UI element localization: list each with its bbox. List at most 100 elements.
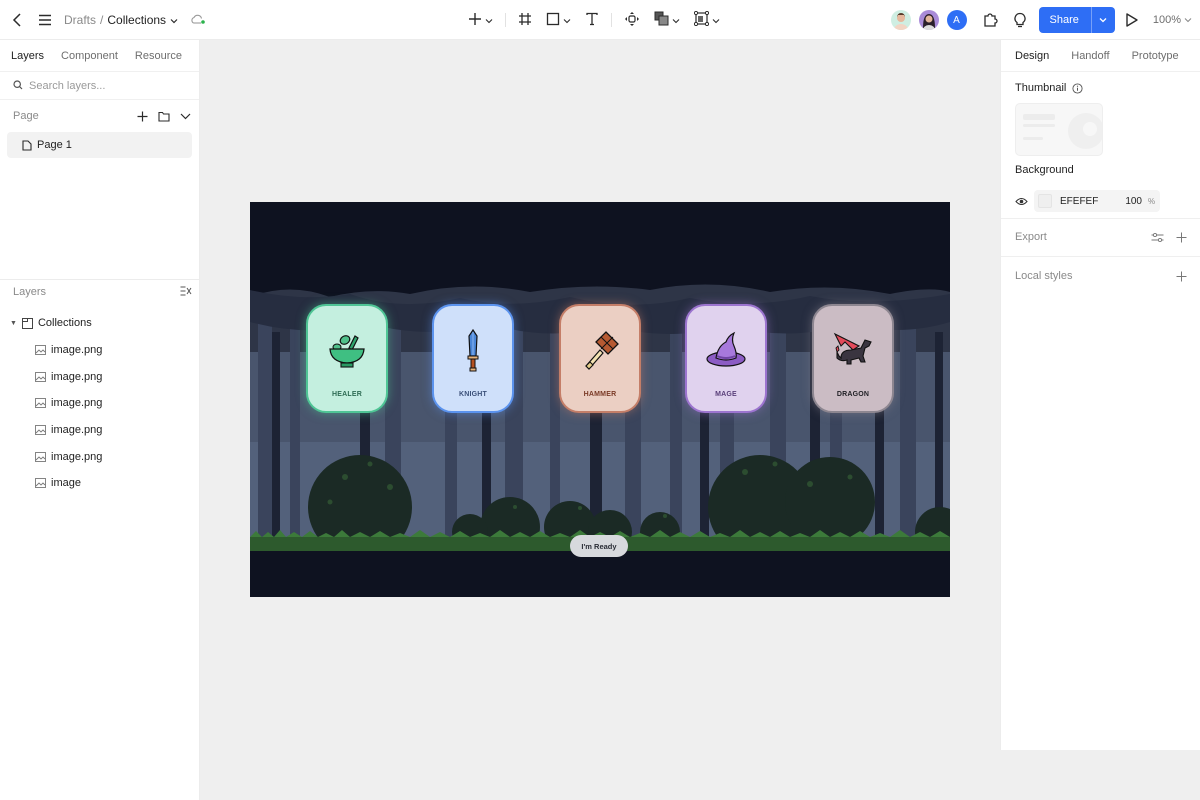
character-card-mage[interactable]: MAGE [685,304,767,413]
tab-design[interactable]: Design [1015,50,1049,62]
text-icon [585,12,599,29]
search-icon [13,79,23,93]
image-layer-icon [35,398,46,409]
background-color-swatch[interactable] [1038,194,1052,208]
background-hex-value[interactable]: EFEFEF [1060,196,1116,207]
thumbnail-placeholder[interactable] [1015,103,1103,156]
add-page-icon[interactable] [137,111,148,122]
chevron-down-icon [672,13,680,27]
background-opacity-value[interactable]: 100 [1116,196,1142,207]
background-fill-row: EFEFEF 100 % [1015,189,1187,213]
layer-item[interactable]: image.png [0,417,200,444]
component-icon [624,11,640,30]
breadcrumb-current-file[interactable]: Collections [107,13,166,27]
boolean-icon [654,11,669,29]
boolean-tool-button[interactable] [654,0,680,40]
card-label: MAGE [715,391,737,398]
background-color-field[interactable]: EFEFEF 100 % [1034,190,1160,212]
toolbar-divider [505,13,506,27]
search-layers-input[interactable] [29,79,189,92]
info-icon[interactable] [1072,82,1083,94]
opacity-unit: % [1148,196,1156,206]
card-label: KNIGHT [458,391,488,398]
layer-label: image.png [51,397,103,410]
avatar[interactable] [918,10,939,30]
chevron-down-icon[interactable] [1090,7,1115,33]
text-tool-button[interactable] [585,0,599,40]
mask-tool-button[interactable] [693,0,720,40]
layer-tree: ▼ Collections image.png image.png image.… [0,310,200,497]
layer-label: image [51,477,81,490]
layers-section-title: Layers [13,286,47,298]
layer-item[interactable]: image.png [0,443,200,470]
back-icon[interactable] [8,0,26,40]
breadcrumb-separator: / [100,13,104,27]
layer-item[interactable]: image.png [0,337,200,364]
page-list-item[interactable]: Page 1 [7,132,192,158]
chevron-down-icon [563,13,571,27]
local-styles-section: Local styles [1015,266,1187,286]
eye-icon[interactable] [1015,197,1028,206]
lightbulb-icon[interactable] [1013,12,1027,28]
frame-tool-button[interactable] [518,0,532,40]
layer-item-collections[interactable]: ▼ Collections [0,310,200,337]
layer-label: image.png [51,370,103,383]
avatar[interactable]: A [946,10,967,30]
tab-layers[interactable]: Layers [11,50,44,62]
expand-caret-icon[interactable]: ▼ [10,320,17,327]
page-section-title: Page [13,110,39,122]
layer-item[interactable]: image.png [0,390,200,417]
page-label: Page 1 [37,139,72,151]
frame-icon [518,12,532,29]
tab-handoff[interactable]: Handoff [1071,50,1109,62]
add-style-icon[interactable] [1176,271,1187,282]
tab-component[interactable]: Component [61,50,118,62]
im-ready-button[interactable]: I'm Ready [570,535,628,557]
export-title: Export [1015,231,1047,243]
avatar[interactable] [890,10,911,30]
add-export-icon[interactable] [1176,232,1187,243]
canvas[interactable]: HEALER KNIGHT HAMMER MAGE DRAGON I'm Rea… [200,40,1000,800]
collections-frame[interactable]: HEALER KNIGHT HAMMER MAGE DRAGON I'm Rea… [250,202,950,597]
character-card-hammer[interactable]: HAMMER [559,304,641,413]
layer-item[interactable]: image [0,470,200,497]
export-settings-icon[interactable] [1151,232,1164,243]
page-icon [22,139,32,151]
share-button[interactable]: Share [1038,7,1115,33]
layer-item[interactable]: image.png [0,363,200,390]
zoom-level-dropdown[interactable]: 100% [1153,14,1192,26]
chevron-down-icon [485,13,493,27]
thumbnail-section: Thumbnail [1015,82,1083,94]
layer-label: image.png [51,344,103,357]
rectangle-tool-button[interactable] [546,0,571,40]
zoom-level-value: 100% [1152,14,1181,26]
folder-icon[interactable] [158,111,170,122]
image-layer-icon [35,451,46,462]
tab-prototype[interactable]: Prototype [1132,50,1179,62]
image-layer-icon [35,425,46,436]
tab-resource[interactable]: Resource [135,50,182,62]
menu-icon[interactable] [36,0,54,40]
plugin-icon[interactable] [983,12,999,28]
frame-layer-icon [21,317,33,329]
local-styles-title: Local styles [1015,270,1073,282]
character-card-knight[interactable]: KNIGHT [432,304,514,413]
chevron-down-icon[interactable] [170,13,178,27]
left-panel-tabs: Layers Component Resource [0,40,199,72]
export-section: Export [1015,227,1187,247]
component-tool-button[interactable] [624,0,640,40]
breadcrumb-drafts[interactable]: Drafts [64,13,96,27]
collapse-all-icon[interactable] [180,285,192,299]
rectangle-icon [546,12,560,29]
play-icon[interactable] [1125,12,1139,28]
layer-label: Collections [37,317,92,330]
character-card-dragon[interactable]: DRAGON [812,304,894,413]
page-section-header: Page [0,100,199,132]
character-card-healer[interactable]: HEALER [306,304,388,413]
panel-divider [1001,218,1200,219]
chevron-down-icon[interactable] [180,113,191,120]
sword-icon [451,328,495,372]
layer-search [0,72,199,100]
add-tool-button[interactable] [468,0,493,40]
image-layer-icon [35,478,46,489]
